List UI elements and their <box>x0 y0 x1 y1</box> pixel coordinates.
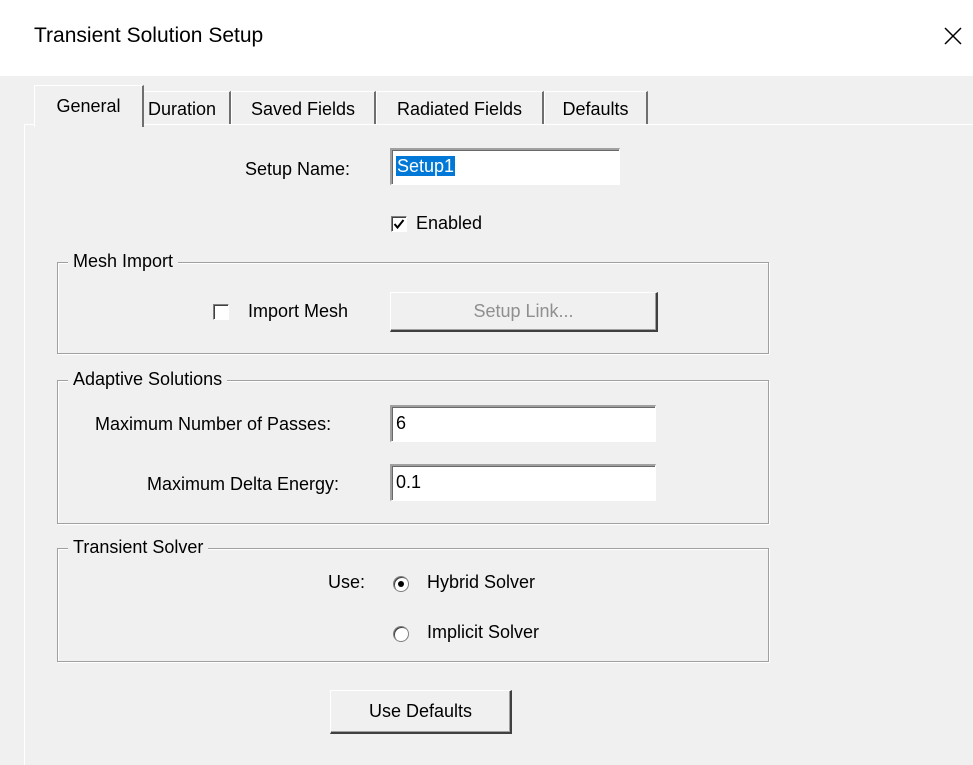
close-button[interactable] <box>936 16 970 56</box>
transient-solver-group-label: Transient Solver <box>68 537 209 558</box>
radio-selected-dot <box>398 581 404 587</box>
hybrid-solver-label: Hybrid Solver <box>427 572 536 592</box>
setup-name-label: Setup Name: <box>245 159 351 179</box>
max-delta-energy-input[interactable]: 0.1 <box>390 464 656 501</box>
tab-general[interactable]: General <box>34 85 144 127</box>
setup-link-button[interactable]: Setup Link... <box>390 292 658 332</box>
adaptive-solutions-group-label: Adaptive Solutions <box>68 369 228 390</box>
implicit-solver-label: Implicit Solver <box>427 622 540 642</box>
adaptive-solutions-group: Adaptive Solutions <box>57 369 769 524</box>
enabled-label: Enabled <box>416 213 483 233</box>
setup-name-value: Setup1 <box>396 156 456 176</box>
enabled-checkbox[interactable] <box>391 216 407 232</box>
import-mesh-label: Import Mesh <box>248 301 349 321</box>
use-label: Use: <box>328 572 366 592</box>
tab-defaults[interactable]: Defaults <box>544 91 648 125</box>
use-defaults-button[interactable]: Use Defaults <box>330 690 512 734</box>
transient-solver-group: Transient Solver <box>57 537 769 662</box>
import-mesh-checkbox[interactable] <box>213 304 229 320</box>
checkmark-icon <box>393 219 405 230</box>
hybrid-solver-radio[interactable] <box>393 576 409 592</box>
dialog-client-area: General Duration Saved Fields Radiated F… <box>0 76 973 765</box>
window-title: Transient Solution Setup <box>34 24 264 47</box>
tab-duration[interactable]: Duration <box>134 91 231 125</box>
max-delta-energy-label: Maximum Delta Energy: <box>147 474 340 494</box>
tab-radiated-fields[interactable]: Radiated Fields <box>376 91 544 125</box>
implicit-solver-radio[interactable] <box>393 626 409 642</box>
setup-name-input[interactable]: Setup1 <box>390 148 620 185</box>
max-passes-label: Maximum Number of Passes: <box>95 414 332 434</box>
tab-saved-fields[interactable]: Saved Fields <box>231 91 376 125</box>
close-icon <box>944 27 962 45</box>
title-bar: Transient Solution Setup <box>0 0 973 76</box>
mesh-import-group-label: Mesh Import <box>68 251 179 272</box>
max-passes-input[interactable]: 6 <box>390 405 656 442</box>
